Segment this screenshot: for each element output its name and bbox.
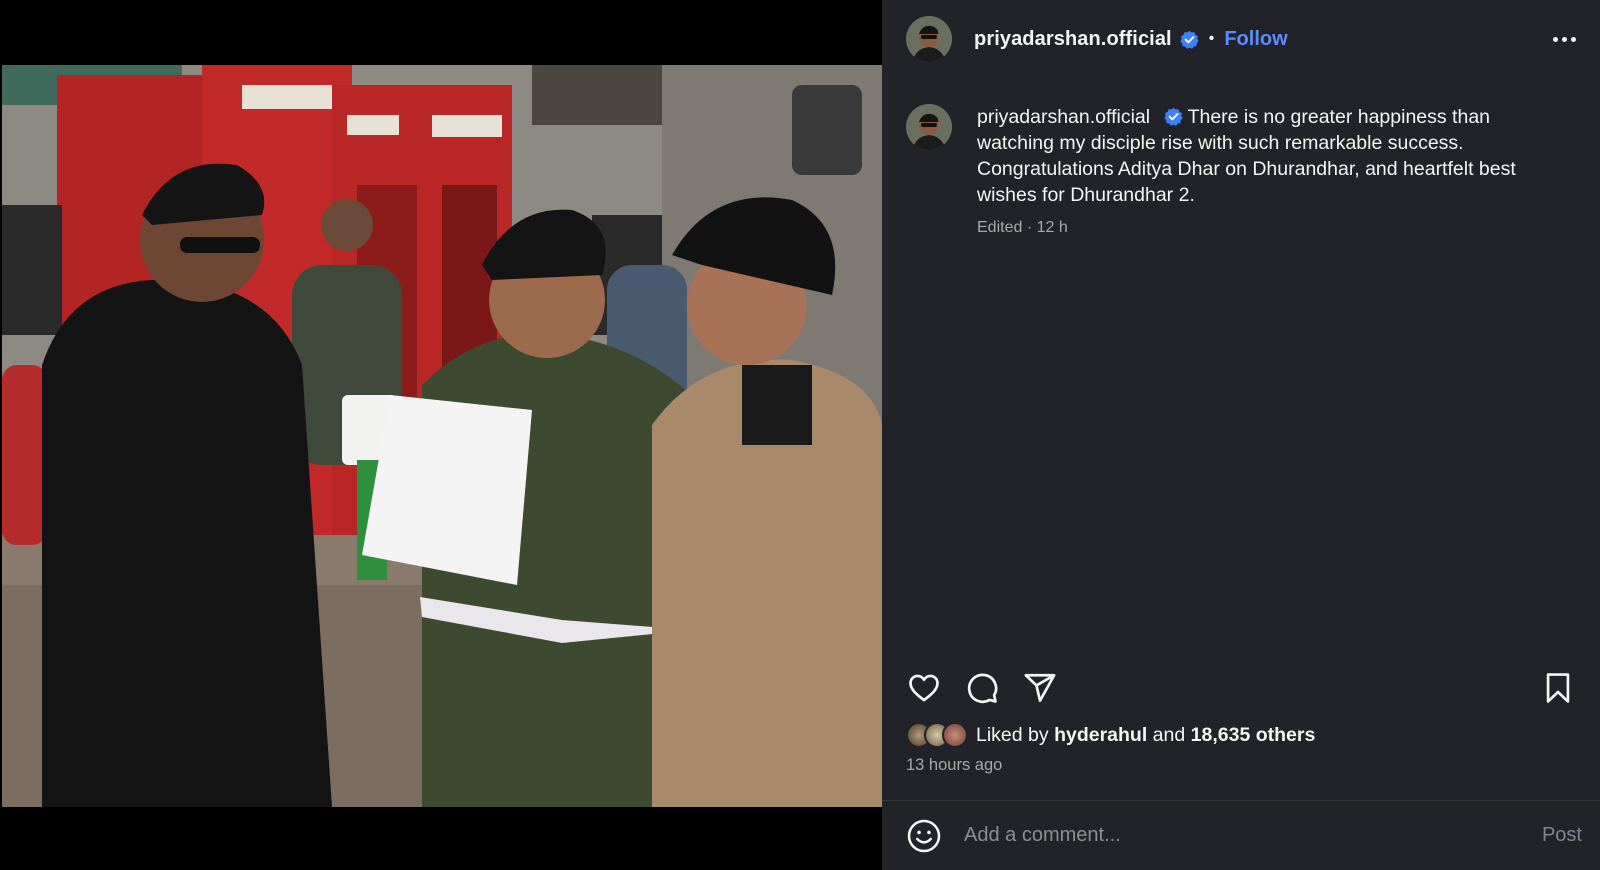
- comment-icon[interactable]: [964, 670, 1000, 706]
- media-pane: [0, 0, 882, 870]
- likes-others[interactable]: 18,635 others: [1191, 724, 1316, 746]
- verified-badge-icon: [1180, 30, 1199, 49]
- heart-icon[interactable]: [906, 670, 942, 706]
- liker-avatar: [942, 722, 968, 748]
- caption-username[interactable]: priyadarshan.official: [977, 106, 1150, 128]
- bookmark-icon[interactable]: [1540, 670, 1576, 706]
- post-header: priyadarshan.official • Follow: [882, 0, 1600, 78]
- likes-joiner: and: [1152, 723, 1186, 746]
- caption-text-block: priyadarshan.official There is no greate…: [977, 104, 1567, 208]
- likes-row: Liked by hyderahul and 18,635 others: [882, 718, 1600, 752]
- post-side-panel: priyadarshan.official • Follow priyadars…: [882, 0, 1600, 870]
- verified-badge-icon: [1163, 107, 1183, 126]
- author-username[interactable]: priyadarshan.official: [974, 28, 1172, 51]
- post-comment-button[interactable]: Post: [1542, 824, 1582, 847]
- caption-body: priyadarshan.official There is no greate…: [977, 104, 1567, 660]
- post-photo[interactable]: [2, 65, 882, 807]
- emoji-icon[interactable]: [906, 818, 942, 854]
- caption-section: priyadarshan.official There is no greate…: [882, 78, 1600, 660]
- author-avatar[interactable]: [906, 16, 952, 62]
- post-modal: priyadarshan.official • Follow priyadars…: [0, 0, 1600, 870]
- comment-input[interactable]: [964, 824, 1542, 847]
- action-bar: [882, 660, 1600, 716]
- likes-prefix: Liked by: [976, 723, 1049, 746]
- comment-bar: Post: [882, 800, 1600, 870]
- avatar-image: [906, 16, 952, 62]
- avatar-image: [906, 104, 952, 150]
- caption-avatar[interactable]: [906, 104, 952, 150]
- photo-illustration: [2, 65, 882, 807]
- share-icon[interactable]: [1022, 670, 1058, 706]
- header-separator: •: [1208, 30, 1215, 47]
- liker-avatars[interactable]: [906, 722, 968, 748]
- caption-meta: Edited · 12 h: [977, 219, 1068, 236]
- post-timestamp[interactable]: 13 hours ago: [882, 752, 1600, 778]
- liker-username[interactable]: hyderahul: [1054, 724, 1147, 746]
- likes-text[interactable]: Liked by hyderahul and 18,635 others: [976, 724, 1315, 747]
- follow-button[interactable]: Follow: [1224, 28, 1287, 51]
- more-horizontal-icon[interactable]: [1553, 31, 1576, 48]
